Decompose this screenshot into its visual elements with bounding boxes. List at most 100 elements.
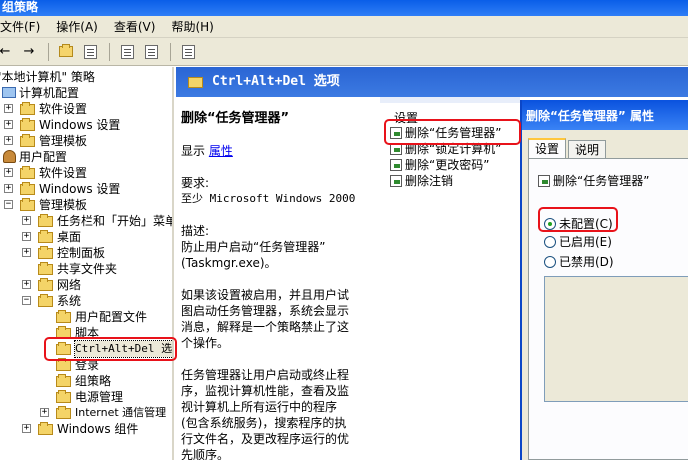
setting-remove-logoff[interactable]: 删除注销 xyxy=(390,173,453,189)
details-header-title: Ctrl+Alt+Del 选项 xyxy=(212,74,340,89)
menu-action[interactable]: 操作(A) xyxy=(56,18,98,35)
dialog-title[interactable]: 删除“任务管理器” 属性 xyxy=(522,100,688,130)
details-header: Ctrl+Alt+Del 选项 xyxy=(176,67,688,97)
setting-label: 删除注销 xyxy=(405,174,454,188)
settings-column-header[interactable]: 设置 xyxy=(394,109,418,126)
setting-label: 删除“任务管理器” xyxy=(405,126,502,140)
folder-icon xyxy=(38,294,53,307)
radio-disabled[interactable]: 已禁用(D) xyxy=(544,254,614,270)
tree-item-label: 电源管理 xyxy=(75,390,124,404)
tree-item-label: 控制面板 xyxy=(57,246,106,260)
tree-item-label: Ctrl+Alt+Del 选项 xyxy=(73,340,172,358)
policy-title: 删除“任务管理器” xyxy=(181,111,290,126)
folder-icon xyxy=(38,214,53,227)
folder-icon xyxy=(56,358,71,371)
help-icon[interactable] xyxy=(177,41,199,63)
menu-help[interactable]: 帮助(H) xyxy=(171,18,213,35)
expand-icon[interactable]: + xyxy=(4,136,13,145)
tree-item-label: "本地计算机" 策略 xyxy=(0,70,95,84)
setting-label: 删除“锁定计算机” xyxy=(405,142,502,156)
computer-icon xyxy=(2,87,16,98)
window-title: 组策略 xyxy=(0,0,688,16)
expand-icon[interactable]: + xyxy=(22,280,31,289)
tree-item-label: 组策略 xyxy=(75,374,112,388)
requirement-label: 要求: xyxy=(181,176,210,190)
show-tree-icon[interactable] xyxy=(79,41,101,63)
description-line: 如果该设置被启用，并且用户试 xyxy=(181,288,350,302)
properties-icon[interactable] xyxy=(116,41,138,63)
expand-icon[interactable]: + xyxy=(22,424,31,433)
toolbar: ← → xyxy=(0,38,688,66)
back-arrow-icon[interactable]: ← xyxy=(0,41,16,63)
export-list-icon[interactable] xyxy=(140,41,162,63)
folder-icon xyxy=(20,102,35,115)
forward-arrow-icon[interactable]: → xyxy=(18,41,40,63)
folder-icon xyxy=(38,246,53,259)
menu-file[interactable]: 文件(F) xyxy=(0,18,40,35)
dialog-detail-area xyxy=(544,276,688,402)
expand-icon[interactable]: + xyxy=(4,120,13,129)
radio-enabled[interactable]: 已启用(E) xyxy=(544,234,612,250)
tree-item-label: 系统 xyxy=(57,294,82,308)
expand-icon[interactable]: + xyxy=(22,232,31,241)
folder-icon xyxy=(38,422,53,435)
expand-icon[interactable]: + xyxy=(22,248,31,257)
tree-item-label: 软件设置 xyxy=(39,166,88,180)
folder-icon xyxy=(20,134,35,147)
description-line: 先顺序。 xyxy=(181,448,230,460)
folder-icon xyxy=(56,374,71,387)
tree-item-label: 用户配置文件 xyxy=(75,310,148,324)
setting-label: 删除“更改密码” xyxy=(405,158,490,172)
tree-item-label: Windows 组件 xyxy=(57,422,139,436)
policy-setting-icon xyxy=(390,159,402,171)
expand-icon[interactable]: + xyxy=(22,216,31,225)
tree-item-label: Windows 设置 xyxy=(39,182,121,196)
folder-icon xyxy=(20,118,35,131)
collapse-icon[interactable]: − xyxy=(4,200,13,209)
tab-settings[interactable]: 设置 xyxy=(528,138,567,159)
user-icon xyxy=(3,150,16,163)
up-folder-icon[interactable] xyxy=(55,41,77,63)
toolbar-separator xyxy=(109,42,110,61)
properties-link[interactable]: 属性 xyxy=(209,144,233,158)
description-line: 行文件名，及更改程序运行的优 xyxy=(181,432,350,446)
description-line: (包含系统服务)，搜索程序的执 xyxy=(181,416,347,430)
group-policy-window: 组策略 文件(F) 操作(A) 查看(V) 帮助(H) ← → "本地计算机" … xyxy=(0,0,688,460)
settings-list: 设置 删除“任务管理器” 删除“锁定计算机” 删除“更改密码” 删除注销 xyxy=(380,97,520,460)
expand-icon[interactable]: + xyxy=(4,104,13,113)
folder-icon xyxy=(56,390,71,403)
setting-remove-task-manager[interactable]: 删除“任务管理器” xyxy=(390,125,501,141)
policy-setting-icon xyxy=(390,175,402,187)
tree-item-label: 桌面 xyxy=(57,230,82,244)
folder-icon xyxy=(38,278,53,291)
requirement-value: 至少 Microsoft Windows 2000 xyxy=(181,192,356,205)
collapse-icon[interactable]: − xyxy=(22,296,31,305)
toolbar-separator xyxy=(48,42,49,61)
tab-explain[interactable]: 说明 xyxy=(568,140,607,158)
expand-icon[interactable]: + xyxy=(40,408,49,417)
folder-icon xyxy=(20,198,35,211)
radio-not-configured[interactable]: 未配置(C) xyxy=(544,216,613,232)
description-line: 个操作。 xyxy=(181,336,230,350)
expand-icon[interactable]: + xyxy=(4,184,13,193)
menu-view[interactable]: 查看(V) xyxy=(114,18,156,35)
folder-icon xyxy=(38,262,53,275)
folder-icon xyxy=(20,182,35,195)
description-line: 任务管理器让用户启动或终止程 xyxy=(181,368,350,382)
setting-remove-change-password[interactable]: 删除“更改密码” xyxy=(390,157,489,173)
setting-remove-lock-computer[interactable]: 删除“锁定计算机” xyxy=(390,141,501,157)
description-line: 视计算机上所有运行中的程序 xyxy=(181,400,338,414)
menu-bar: 文件(F) 操作(A) 查看(V) 帮助(H) xyxy=(0,16,688,38)
radio-unchecked-icon xyxy=(544,236,556,248)
tree-item-label: 用户配置 xyxy=(19,150,68,164)
expand-icon[interactable]: + xyxy=(4,168,13,177)
dialog-tabs: 设置 说明 xyxy=(528,138,608,159)
policy-setting-icon xyxy=(390,127,402,139)
tree-item-label: 网络 xyxy=(57,278,82,292)
folder-icon xyxy=(56,310,71,323)
policy-description-pane: 删除“任务管理器” 显示 属性 要求: 至少 Microsoft Windows… xyxy=(176,97,380,460)
folder-icon xyxy=(56,326,71,339)
tree-item-label: 计算机配置 xyxy=(19,86,80,100)
folder-icon xyxy=(20,166,35,179)
description-line: 防止用户启动“任务管理器” xyxy=(181,240,326,254)
